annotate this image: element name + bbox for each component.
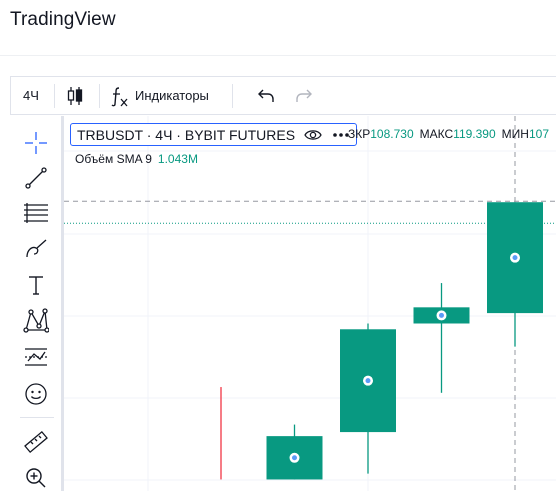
ruler-tool[interactable] <box>22 428 50 456</box>
prediction-icon <box>25 348 47 366</box>
emoji-tool[interactable] <box>22 380 50 408</box>
drawing-toolbar <box>10 116 64 491</box>
ruler-icon <box>24 430 48 454</box>
indicators-button[interactable]: Индикаторы <box>111 77 231 114</box>
redo-icon <box>296 89 312 102</box>
fib-levels-tool[interactable] <box>22 199 50 227</box>
low-value: 107 <box>528 127 549 141</box>
interval-button[interactable]: 4Ч <box>13 77 49 114</box>
pattern-tool[interactable] <box>22 307 50 335</box>
high-label: МАКС <box>419 127 454 141</box>
chart-type-button[interactable] <box>63 77 87 114</box>
price-plot[interactable] <box>64 116 556 491</box>
eye-icon[interactable] <box>304 128 322 142</box>
toolbar-divider <box>54 84 55 108</box>
fib-levels-icon <box>24 203 48 223</box>
emoji-icon <box>25 383 47 405</box>
pattern-icon <box>23 308 49 333</box>
undo-icon <box>258 89 274 102</box>
app-header: TradingView <box>0 0 556 56</box>
symbol-legend[interactable]: TRBUSDT · 4Ч · BYBIT FUTURES <box>70 123 358 146</box>
prediction-tool[interactable] <box>22 343 50 371</box>
app-title: TradingView <box>10 9 116 30</box>
chart-pane[interactable]: TRBUSDT · 4Ч · BYBIT FUTURES ЗКР 108.730… <box>64 116 556 491</box>
brush-tool[interactable] <box>22 234 50 262</box>
volume-value: 1.043M <box>157 152 198 166</box>
trend-line-icon <box>25 167 47 189</box>
ohlc-values: ЗКР 108.730 МАКС 119.390 МИН 107 <box>348 127 555 141</box>
text-icon <box>29 276 43 295</box>
candle-marker-dot <box>292 455 297 461</box>
high-value: 119.390 <box>453 127 496 141</box>
toolbar-divider <box>99 84 100 108</box>
text-tool[interactable] <box>22 271 50 299</box>
symbol-title: TRBUSDT · 4Ч · BYBIT FUTURES <box>77 126 296 143</box>
volume-legend[interactable]: Объём SMA 9 1.043M <box>75 152 198 166</box>
crosshair-icon <box>25 132 47 154</box>
candles-icon <box>67 86 83 105</box>
chart-toolbar: 4Ч Индикаторы <box>10 76 556 115</box>
volume-label: Объём SMA 9 <box>75 152 152 166</box>
trend-line-tool[interactable] <box>22 164 50 192</box>
candle-marker-dot <box>512 255 518 261</box>
toolbar-divider <box>20 417 54 418</box>
undo-button[interactable] <box>253 77 279 114</box>
indicators-label: Индикаторы <box>135 88 209 103</box>
crosshair-tool[interactable] <box>22 129 50 157</box>
low-label: МИН <box>501 127 529 141</box>
candle-marker-dot <box>439 312 444 318</box>
close-value: 108.730 <box>370 127 414 141</box>
close-label: ЗКР <box>348 127 371 141</box>
candle-marker-dot <box>365 378 371 384</box>
toolbar-divider <box>232 84 233 108</box>
fx-icon <box>111 85 129 107</box>
zoom-in-tool[interactable] <box>22 464 50 491</box>
brush-icon <box>26 239 47 258</box>
zoom-in-icon <box>26 468 46 488</box>
redo-button[interactable] <box>291 77 317 114</box>
